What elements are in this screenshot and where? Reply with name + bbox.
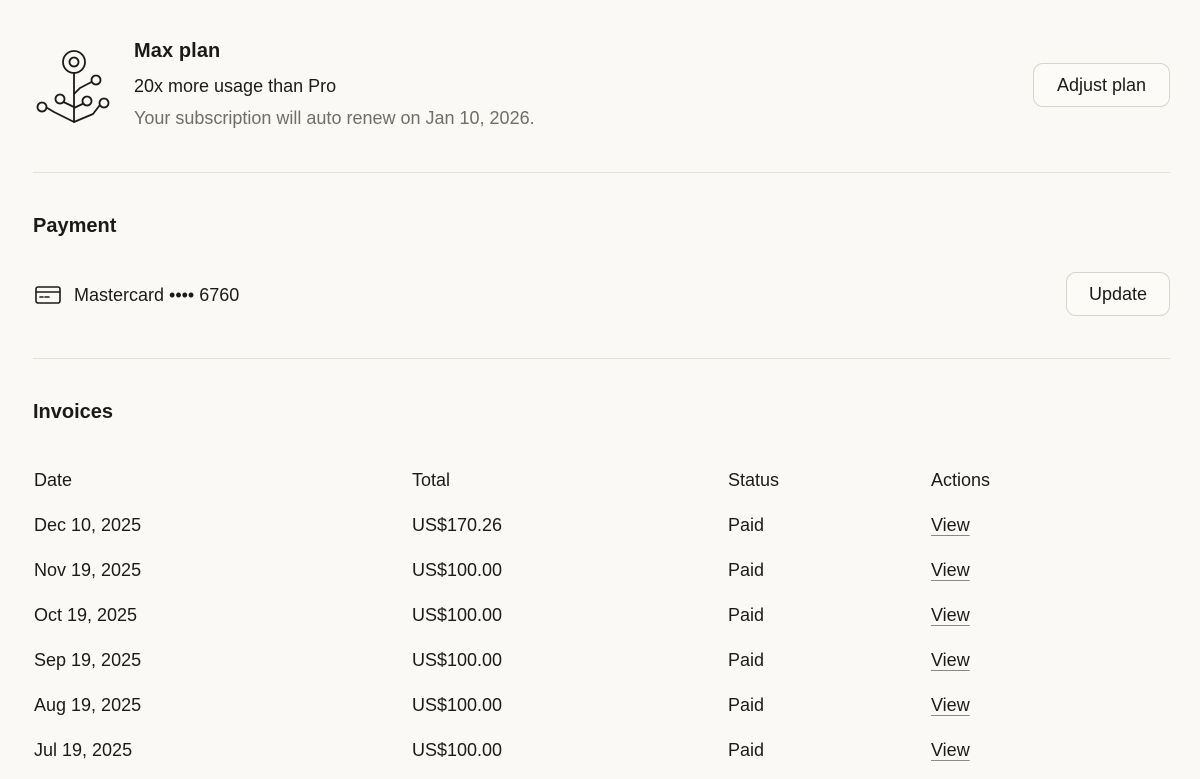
plan-name: Max plan [134,40,221,62]
payment-method-row: Mastercard •••• 6760 [35,283,239,307]
invoice-total: US$100.00 [412,560,503,580]
table-row: Nov 19, 2025 US$100.00 Paid View [34,548,1131,593]
card-label: Mastercard •••• 6760 [74,284,240,305]
view-invoice-link[interactable]: View [931,740,970,760]
invoice-status: Paid [728,605,765,625]
table-row: Oct 19, 2025 US$100.00 Paid View [34,593,1131,638]
plan-tree-icon [34,46,114,126]
invoice-actions-cell: View [931,548,1131,593]
invoice-actions-cell: View [931,503,1131,548]
table-row: Sep 19, 2025 US$100.00 Paid View [34,638,1131,683]
table-row: Aug 19, 2025 US$100.00 Paid View [34,683,1131,728]
column-header-date: Date [34,470,73,490]
invoices-title: Invoices [33,401,114,423]
column-header-status: Status [728,470,780,490]
view-invoice-link[interactable]: View [931,515,970,535]
credit-card-icon [35,285,61,305]
invoice-date: Jul 19, 2025 [34,740,133,760]
payment-title: Payment [33,215,117,237]
invoice-actions-cell: View [931,728,1131,773]
invoice-total: US$100.00 [412,740,503,760]
invoice-status: Paid [728,650,765,670]
view-invoice-link[interactable]: View [931,695,970,715]
invoice-total: US$100.00 [412,695,503,715]
invoice-date: Aug 19, 2025 [34,695,142,715]
view-invoice-link[interactable]: View [931,650,970,670]
view-invoice-link[interactable]: View [931,605,970,625]
invoice-actions-cell: View [931,638,1131,683]
column-header-total: Total [412,470,451,490]
invoice-date: Dec 10, 2025 [34,515,142,535]
invoice-status: Paid [728,560,765,580]
invoice-status: Paid [728,695,765,715]
invoice-actions-cell: View [931,593,1131,638]
divider [33,358,1170,359]
invoice-date: Nov 19, 2025 [34,560,142,580]
adjust-plan-button[interactable]: Adjust plan [1033,63,1170,107]
invoices-table: Date Total Status Actions Dec 10, 2025 U… [34,458,1131,773]
update-payment-button[interactable]: Update [1066,272,1170,316]
invoice-total: US$170.26 [412,515,503,535]
view-invoice-link[interactable]: View [931,560,970,580]
invoice-status: Paid [728,515,765,535]
invoice-date: Sep 19, 2025 [34,650,142,670]
invoice-status: Paid [728,740,765,760]
invoice-total: US$100.00 [412,605,503,625]
table-row: Jul 19, 2025 US$100.00 Paid View [34,728,1131,773]
invoice-total: US$100.00 [412,650,503,670]
invoice-actions-cell: View [931,683,1131,728]
divider [33,172,1170,173]
table-header-row: Date Total Status Actions [34,458,1131,503]
column-header-actions: Actions [931,470,991,490]
invoice-date: Oct 19, 2025 [34,605,138,625]
plan-section: Max plan 20x more usage than Pro Your su… [0,0,1200,172]
plan-description: 20x more usage than Pro [134,76,337,96]
plan-renewal-text: Your subscription will auto renew on Jan… [134,108,535,128]
table-row: Dec 10, 2025 US$170.26 Paid View [34,503,1131,548]
